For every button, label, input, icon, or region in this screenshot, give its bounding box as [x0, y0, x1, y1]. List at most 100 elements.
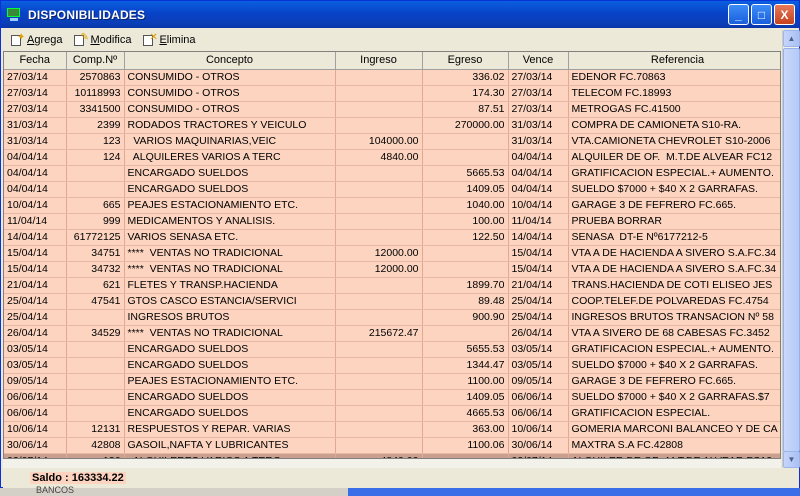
cell-egreso: 4665.53	[422, 405, 509, 422]
table-row[interactable]: 10/04/14 665 PEAJES ESTACIONAMIENTO ETC. 10…	[4, 197, 780, 214]
table-row[interactable]: 03/05/14 ENCARGADO SUELDOS 1344.47 03/05/14…	[4, 357, 780, 374]
cell-concepto: CONSUMIDO - OTROS	[124, 69, 336, 86]
toolbar: ✦ Agrega ✎ Modifica ✕ Elimina	[3, 30, 781, 49]
cell-comp	[66, 405, 125, 422]
cell-comp	[66, 373, 125, 390]
scroll-thumb[interactable]	[783, 48, 800, 452]
movements-grid[interactable]: Fecha Comp.Nº Concepto Ingreso Egreso Ve…	[3, 51, 781, 459]
table-row[interactable]: 30/06/14 42808 GASOIL,NAFTA Y LUBRICANTES 1…	[4, 437, 780, 454]
table-row[interactable]: 14/04/14 61772125 VARIOS SENASA ETC. 122.50…	[4, 229, 780, 246]
table-row[interactable]: 27/03/14 3341500 CONSUMIDO - OTROS 87.51 27/…	[4, 101, 780, 118]
new-document-icon: ✦	[11, 32, 25, 46]
cell-referencia: EDENOR FC.70863	[568, 69, 780, 86]
elimina-label: Elimina	[159, 33, 196, 46]
cell-fecha: 26/04/14	[4, 325, 67, 342]
cell-comp: 34732	[66, 261, 125, 278]
edit-document-icon: ✎	[74, 32, 89, 46]
cell-comp: 42808	[66, 437, 125, 454]
cell-vence: 04/04/14	[508, 149, 569, 166]
table-row[interactable]: 25/04/14 47541 GTOS CASCO ESTANCIA/SERVICI…	[4, 293, 780, 310]
elimina-button[interactable]: ✕ Elimina	[139, 32, 199, 47]
cell-referencia: GARAGE 3 DE FEFRERO FC.665.	[568, 197, 780, 214]
cell-fecha: 25/04/14	[4, 293, 67, 310]
cell-vence: 27/03/14	[508, 85, 569, 102]
cell-vence: 06/06/14	[508, 405, 569, 422]
column-header-ingreso[interactable]: Ingreso	[335, 52, 423, 70]
table-row[interactable]: 31/03/14 2399 RODADOS TRACTORES Y VEICULO 2…	[4, 117, 780, 134]
cell-vence: 04/04/14	[508, 181, 569, 198]
cell-egreso: 900.90	[422, 309, 509, 326]
column-header-concepto[interactable]: Concepto	[124, 52, 336, 70]
cell-fecha: 09/05/14	[4, 373, 67, 390]
cell-vence: 03/05/14	[508, 357, 569, 374]
cell-concepto: FLETES Y TRANSP.HACIENDA	[124, 277, 336, 294]
cell-ingreso	[335, 405, 423, 422]
column-header-fecha[interactable]: Fecha	[4, 52, 67, 70]
cell-concepto: ENCARGADO SUELDOS	[124, 405, 336, 422]
cell-fecha: 06/06/14	[4, 389, 67, 406]
close-button[interactable]: X	[774, 4, 795, 25]
maximize-button[interactable]: □	[751, 4, 772, 25]
agrega-button[interactable]: ✦ Agrega	[7, 32, 66, 47]
cell-concepto: **** VENTAS NO TRADICIONAL	[124, 261, 336, 278]
vertical-scrollbar[interactable]: ▲ ▼	[782, 30, 800, 468]
cell-concepto: ENCARGADO SUELDOS	[124, 389, 336, 406]
cell-egreso: 122.50	[422, 229, 509, 246]
column-header-comp[interactable]: Comp.Nº	[66, 52, 125, 70]
movements-table: Fecha Comp.Nº Concepto Ingreso Egreso Ve…	[4, 52, 780, 458]
cell-referencia: TRANS.HACIENDA DE COTI ELISEO JES	[568, 277, 780, 294]
cell-comp	[66, 181, 125, 198]
column-header-vence[interactable]: Vence	[508, 52, 569, 70]
cell-concepto: CONSUMIDO - OTROS	[124, 101, 336, 118]
cell-fecha: 04/04/14	[4, 149, 67, 166]
table-row[interactable]: 04/04/14 124 ALQUILERES VARIOS A TERC 4840…	[4, 149, 780, 166]
cell-comp: 2399	[66, 117, 125, 134]
table-row[interactable]: 11/04/14 999 MEDICAMENTOS Y ANALISIS. 100.0…	[4, 213, 780, 230]
cell-referencia: PRUEBA BORRAR	[568, 213, 780, 230]
cell-vence: 03/05/14	[508, 341, 569, 358]
cell-fecha: 14/04/14	[4, 229, 67, 246]
cell-fecha: 04/04/14	[4, 165, 67, 182]
table-row[interactable]: 25/04/14 INGRESOS BRUTOS 900.90 25/04/14 ING…	[4, 309, 780, 326]
cell-ingreso	[335, 101, 423, 118]
table-row[interactable]: 09/05/14 PEAJES ESTACIONAMIENTO ETC. 1100.…	[4, 373, 780, 390]
cell-ingreso	[335, 437, 423, 454]
cell-fecha: 31/03/14	[4, 133, 67, 150]
cell-comp: 12131	[66, 421, 125, 438]
table-row[interactable]: 27/03/14 2570863 CONSUMIDO - OTROS 336.02 27…	[4, 69, 780, 86]
cell-vence: 04/04/14	[508, 165, 569, 182]
table-row[interactable]: 27/03/14 10118993 CONSUMIDO - OTROS 174.30 2…	[4, 85, 780, 102]
cell-referencia: VTA.CAMIONETA CHEVROLET S10-2006	[568, 133, 780, 150]
modifica-button[interactable]: ✎ Modifica	[70, 32, 135, 47]
cell-ingreso	[335, 85, 423, 102]
column-header-egreso[interactable]: Egreso	[422, 52, 509, 70]
table-row[interactable]: 15/04/14 34732 **** VENTAS NO TRADICIONAL 1…	[4, 261, 780, 278]
cell-fecha: 25/04/14	[4, 309, 67, 326]
cell-concepto: RESPUESTOS Y REPAR. VARIAS	[124, 421, 336, 438]
cell-ingreso	[335, 293, 423, 310]
table-row[interactable]: 21/04/14 621 FLETES Y TRANSP.HACIENDA 1899.…	[4, 277, 780, 294]
cell-fecha: 21/04/14	[4, 277, 67, 294]
table-row[interactable]: 04/04/14 ENCARGADO SUELDOS 1409.05 04/04/14…	[4, 181, 780, 198]
table-row[interactable]: 06/06/14 ENCARGADO SUELDOS 4665.53 06/06/14…	[4, 405, 780, 422]
cell-concepto: ENCARGADO SUELDOS	[124, 357, 336, 374]
disponibilidades-window: DISPONIBILIDADES _ □ X ✦ Agrega ✎ Modifi…	[0, 0, 800, 488]
cell-egreso	[422, 133, 509, 150]
title-bar[interactable]: DISPONIBILIDADES _ □ X	[1, 1, 799, 28]
cell-egreso	[422, 261, 509, 278]
table-row[interactable]: 06/06/14 ENCARGADO SUELDOS 1409.05 06/06/14…	[4, 389, 780, 406]
table-row[interactable]: 15/04/14 34751 **** VENTAS NO TRADICIONAL 1…	[4, 245, 780, 262]
scroll-up-arrow-icon[interactable]: ▲	[783, 30, 800, 47]
table-row[interactable]: 26/04/14 34529 **** VENTAS NO TRADICIONAL 2…	[4, 325, 780, 342]
column-header-referencia[interactable]: Referencia	[568, 52, 780, 70]
table-row[interactable]: 04/04/14 ENCARGADO SUELDOS 5665.53 04/04/14…	[4, 165, 780, 182]
minimize-button[interactable]: _	[728, 4, 749, 25]
horizontal-scrollbar[interactable]	[3, 459, 781, 468]
table-row[interactable]: 03/05/14 ENCARGADO SUELDOS 5655.53 03/05/14…	[4, 341, 780, 358]
cell-vence: 14/04/14	[508, 229, 569, 246]
cell-referencia: GRATIFICACION ESPECIAL.+ AUMENTO.	[568, 341, 780, 358]
table-row[interactable]: 31/03/14 123 VARIOS MAQUINARIAS,VEIC 10400…	[4, 133, 780, 150]
table-row[interactable]: 10/06/14 12131 RESPUESTOS Y REPAR. VARIAS 3…	[4, 421, 780, 438]
cell-concepto: MEDICAMENTOS Y ANALISIS.	[124, 213, 336, 230]
scroll-down-arrow-icon[interactable]: ▼	[783, 451, 800, 468]
